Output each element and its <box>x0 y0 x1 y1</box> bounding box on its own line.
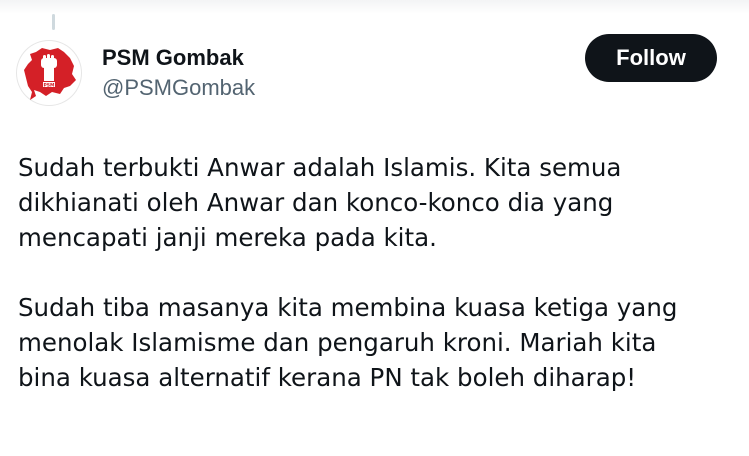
tweet-paragraph: Sudah tiba masanya kita membina kuasa ke… <box>18 290 738 395</box>
tweet-paragraph: Sudah terbukti Anwar adalah Islamis. Kit… <box>18 150 738 255</box>
thread-connector-line <box>52 14 55 30</box>
author-display-name[interactable]: PSM Gombak <box>102 45 244 71</box>
tweet-line: menolak Islamisme dan pengaruh kroni. Ma… <box>18 328 657 357</box>
tweet-text: Sudah terbukti Anwar adalah Islamis. Kit… <box>18 150 738 395</box>
tweet-line: Sudah terbukti Anwar adalah Islamis. Kit… <box>18 153 622 182</box>
follow-button[interactable]: Follow <box>585 34 717 82</box>
author-handle[interactable]: @PSMGombak <box>102 75 255 101</box>
raised-fist-map-logo-icon: PSM <box>24 48 76 100</box>
previous-post-edge <box>0 0 749 14</box>
tweet-line: mencapati janji mereka pada kita. <box>18 223 437 252</box>
svg-text:PSM: PSM <box>43 82 55 88</box>
tweet-line: Sudah tiba masanya kita membina kuasa ke… <box>18 293 678 322</box>
avatar[interactable]: PSM <box>16 40 82 106</box>
tweet-line: bina kuasa alternatif kerana PN tak bole… <box>18 363 637 392</box>
tweet-line: dikhianati oleh Anwar dan konco-konco di… <box>18 188 614 217</box>
